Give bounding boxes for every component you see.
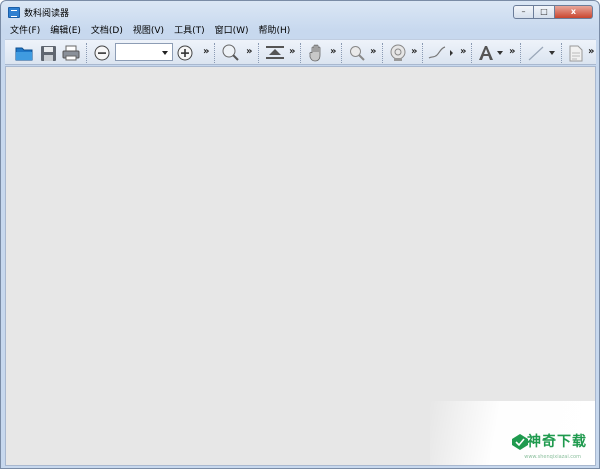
fit-page-button[interactable] <box>263 43 287 63</box>
fit-page-icon <box>266 46 284 59</box>
hand-tool-button[interactable] <box>306 43 328 63</box>
menu-edit[interactable]: 编辑(E) <box>45 24 86 39</box>
toolbar-more-chevron[interactable]: » <box>246 46 253 57</box>
minimize-icon: – <box>521 7 526 16</box>
text-tool-button[interactable] <box>476 43 506 63</box>
toolbar-more-chevron[interactable]: » <box>460 46 467 57</box>
chevron-down-icon <box>162 51 168 55</box>
toolbar-more-chevron[interactable]: » <box>330 46 337 57</box>
note-icon <box>569 45 583 61</box>
pen-icon <box>428 46 453 59</box>
toolbar-separator <box>214 43 215 63</box>
toolbar-separator <box>561 43 562 63</box>
zoom-in-icon <box>177 45 193 61</box>
magnifier-icon <box>222 44 239 61</box>
app-window: 数科阅读器 – □ x 文件(F) 编辑(E) 文档(D) 视图(V) 工具(T… <box>0 0 600 469</box>
toolbar-more-chevron[interactable]: » <box>588 46 595 57</box>
maximize-icon: □ <box>540 7 548 16</box>
toolbar-more-chevron[interactable]: » <box>411 46 418 57</box>
open-button[interactable] <box>13 43 35 63</box>
app-icon <box>8 7 20 18</box>
find-icon <box>350 46 365 61</box>
save-icon <box>40 45 56 61</box>
toolbar-separator <box>422 43 423 63</box>
watermark-text: 神奇下载 <box>527 434 587 450</box>
stamp-icon <box>390 44 406 61</box>
toolbar-separator <box>86 43 87 63</box>
find-button[interactable] <box>346 43 368 63</box>
document-area[interactable]: 神奇下载 www.shenqixiazai.com <box>5 66 596 466</box>
zoom-out-icon <box>94 45 110 61</box>
menu-view[interactable]: 视图(V) <box>128 24 169 39</box>
close-icon: x <box>570 7 577 16</box>
print-button[interactable] <box>60 43 82 63</box>
menu-file[interactable]: 文件(F) <box>5 24 45 39</box>
menu-tools[interactable]: 工具(T) <box>169 24 210 39</box>
zoom-in-button[interactable] <box>175 43 195 63</box>
menu-document[interactable]: 文档(D) <box>86 24 128 39</box>
toolbar-separator <box>258 43 259 63</box>
save-button[interactable] <box>37 43 59 63</box>
menu-window[interactable]: 窗口(W) <box>210 24 254 39</box>
close-button[interactable]: x <box>555 5 593 19</box>
maximize-button[interactable]: □ <box>534 5 555 19</box>
toolbar-separator <box>300 43 301 63</box>
magnifier-button[interactable] <box>219 43 243 63</box>
toolbar-separator <box>382 43 383 63</box>
zoom-select[interactable] <box>115 43 173 61</box>
toolbar-more-chevron[interactable]: » <box>289 46 296 57</box>
toolbar-separator <box>520 43 521 63</box>
watermark-url: www.shenqixiazai.com <box>524 454 581 460</box>
open-icon <box>15 47 33 61</box>
toolbar-more-chevron[interactable]: » <box>203 46 210 57</box>
toolbar-more-chevron[interactable]: » <box>370 46 377 57</box>
line-tool-button[interactable] <box>525 43 557 63</box>
toolbar-more-chevron[interactable]: » <box>509 46 516 57</box>
minimize-button[interactable]: – <box>513 5 534 19</box>
toolbar-separator <box>341 43 342 63</box>
title-bar[interactable]: 数科阅读器 – □ x <box>1 1 599 23</box>
text-icon <box>479 46 503 60</box>
zoom-out-button[interactable] <box>92 43 112 63</box>
pen-tool-button[interactable] <box>427 43 457 63</box>
watermark: 神奇下载 www.shenqixiazai.com <box>430 401 595 465</box>
line-icon <box>528 46 555 61</box>
note-button[interactable] <box>566 43 586 63</box>
stamp-button[interactable] <box>387 43 409 63</box>
toolbar: » » » » » » » » » <box>5 39 596 65</box>
window-controls: – □ x <box>513 5 593 19</box>
print-icon <box>62 45 80 61</box>
hand-icon <box>309 44 321 62</box>
toolbar-separator <box>471 43 472 63</box>
menu-bar: 文件(F) 编辑(E) 文档(D) 视图(V) 工具(T) 窗口(W) 帮助(H… <box>5 24 295 39</box>
window-title: 数科阅读器 <box>24 9 70 19</box>
menu-help[interactable]: 帮助(H) <box>254 24 296 39</box>
